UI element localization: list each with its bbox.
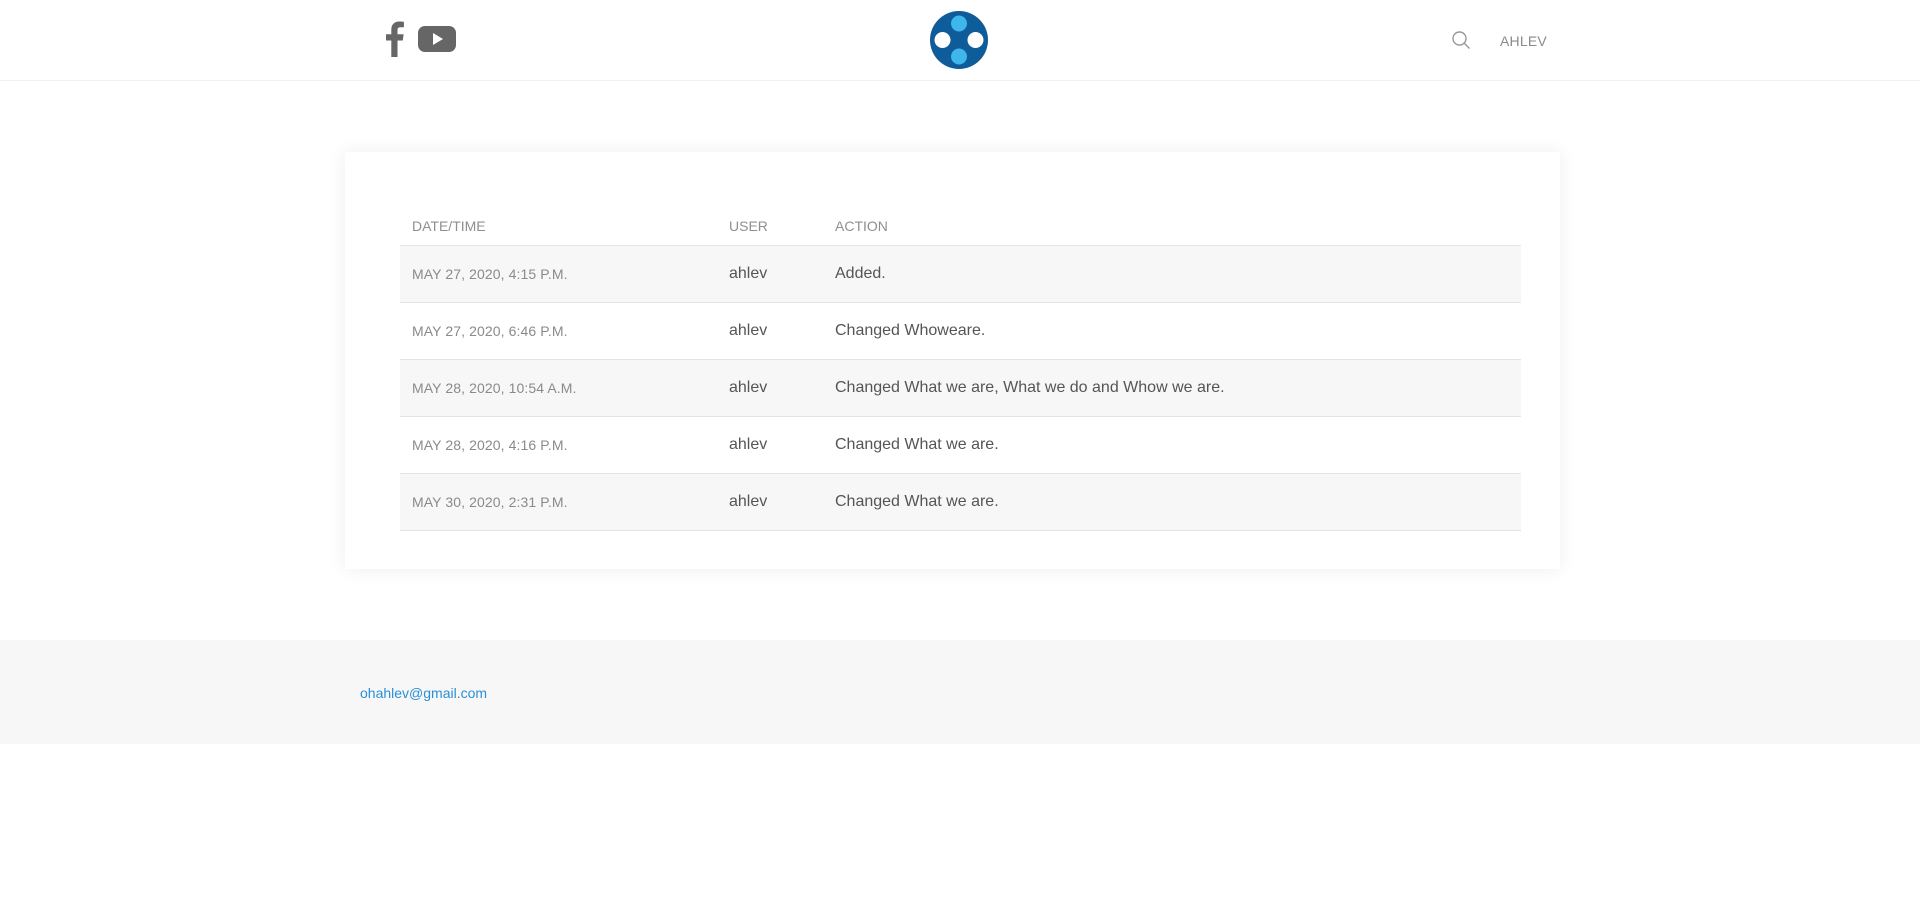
row-user: ahlev: [717, 416, 823, 474]
search-icon[interactable]: [1451, 30, 1471, 50]
table-row: MAY 27, 2020, 6:46 P.M. ahlev Changed Wh…: [400, 302, 1521, 360]
row-action: Changed What we are.: [823, 473, 1521, 531]
history-card: DATE/TIME USER ACTION MAY 27, 2020, 4:15…: [345, 152, 1560, 569]
column-header-date: DATE/TIME: [400, 190, 717, 246]
row-date: MAY 30, 2020, 2:31 P.M.: [400, 473, 717, 531]
row-action: Changed What we are, What we do and Whow…: [823, 359, 1521, 417]
row-date: MAY 28, 2020, 4:16 P.M.: [400, 416, 717, 474]
row-action: Added.: [823, 245, 1521, 303]
table-row: MAY 28, 2020, 4:16 P.M. ahlev Changed Wh…: [400, 416, 1521, 474]
row-action: Changed What we are.: [823, 416, 1521, 474]
history-table: DATE/TIME USER ACTION MAY 27, 2020, 4:15…: [400, 190, 1521, 531]
user-menu-link[interactable]: AHLEV: [1500, 33, 1547, 49]
logo-icon[interactable]: [929, 10, 989, 70]
row-user: ahlev: [717, 473, 823, 531]
row-user: ahlev: [717, 302, 823, 360]
facebook-icon[interactable]: [383, 20, 405, 57]
footer: ohahlev@gmail.com: [0, 640, 1920, 744]
row-action: Changed Whoweare.: [823, 302, 1521, 360]
row-date: MAY 28, 2020, 10:54 A.M.: [400, 359, 717, 417]
row-date: MAY 27, 2020, 6:46 P.M.: [400, 302, 717, 360]
table-row: MAY 28, 2020, 10:54 A.M. ahlev Changed W…: [400, 359, 1521, 417]
row-date: MAY 27, 2020, 4:15 P.M.: [400, 245, 717, 303]
row-user: ahlev: [717, 359, 823, 417]
row-user: ahlev: [717, 245, 823, 303]
top-navbar: AHLEV: [0, 0, 1920, 81]
table-header-row: DATE/TIME USER ACTION: [400, 190, 1521, 246]
social-links: [383, 20, 456, 57]
youtube-icon[interactable]: [418, 24, 456, 53]
footer-email-link[interactable]: ohahlev@gmail.com: [360, 685, 487, 701]
column-header-action: ACTION: [823, 190, 1521, 246]
table-row: MAY 27, 2020, 4:15 P.M. ahlev Added.: [400, 245, 1521, 303]
column-header-user: USER: [717, 190, 823, 246]
table-row: MAY 30, 2020, 2:31 P.M. ahlev Changed Wh…: [400, 473, 1521, 531]
